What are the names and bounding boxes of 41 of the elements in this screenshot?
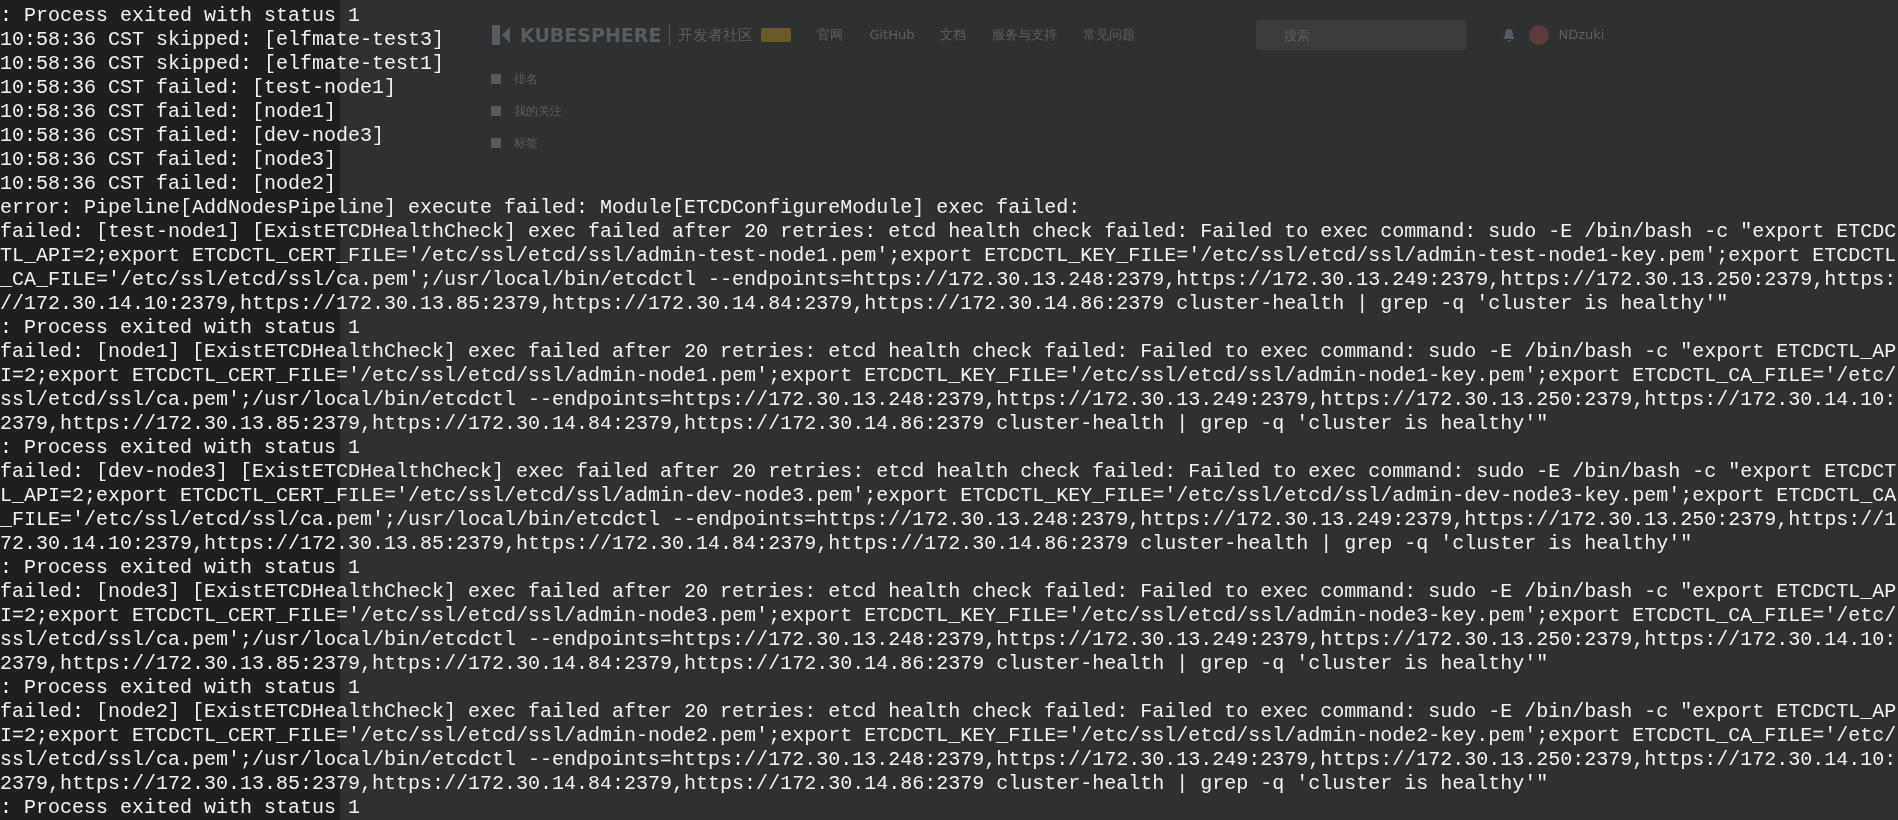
terminal-line: 2379,https://172.30.13.85:2379,https://172.30.14.84:2379,https://172.30.14.86:2379 cluster-health | grep -q 'cluster is healthy'" (0, 772, 1549, 796)
terminal-line: 10:58:36 CST failed: [node2] (0, 172, 337, 196)
square-icon (490, 137, 502, 149)
terminal-line: 10:58:36 CST failed: [test-node1] (0, 76, 397, 100)
logo-icon (490, 23, 512, 47)
terminal-line: : Process exited with status 1 (0, 796, 361, 820)
terminal-line: failed: [test-node1] [ExistETCDHealthCheck] exec failed after 20 retries: etcd health check failed: Failed to exec command: sudo -E /bin/bash -c "export ETCDC (0, 220, 1897, 244)
square-icon (490, 105, 502, 117)
terminal-line: I=2;export ETCDCTL_CERT_FILE='/etc/ssl/etcd/ssl/admin-node2.pem';export ETCDCTL_KEY_FILE='/etc/ssl/etcd/ssl/admin-node2-key.pem';export ETCDCTL_CA_FILE='/etc/ (0, 724, 1897, 748)
terminal-line: TL_API=2;export ETCDCTL_CERT_FILE='/etc/ssl/etcd/ssl/admin-test-node1.pem';export ETCDCTL_KEY_FILE='/etc/ssl/etcd/ssl/admin-test-node1-key.pem';export ETCDCTL (0, 244, 1897, 268)
terminal-line: 10:58:36 CST failed: [node1] (0, 100, 337, 124)
terminal-line: : Process exited with status 1 (0, 4, 361, 28)
terminal-line: 10:58:36 CST failed: [node3] (0, 148, 337, 172)
terminal-line: _CA_FILE='/etc/ssl/etcd/ssl/ca.pem';/usr/local/bin/etcdctl --endpoints=https://172.30.13.248:2379,https://172.30.13.249:2379,https://172.30.13.250:2379,https: (0, 268, 1897, 292)
terminal-line: _FILE='/etc/ssl/etcd/ssl/ca.pem';/usr/local/bin/etcdctl --endpoints=https://172.30.13.248:2379,https://172.30.13.249:2379,https://172.30.13.250:2379,https://1 (0, 508, 1897, 532)
terminal-line: : Process exited with status 1 (0, 316, 361, 340)
terminal-line: //172.30.14.10:2379,https://172.30.13.85:2379,https://172.30.14.84:2379,https://172.30.14.86:2379 cluster-health | grep -q 'cluster is healthy'" (0, 292, 1729, 316)
terminal-line: failed: [node2] [ExistETCDHealthCheck] exec failed after 20 retries: etcd health check failed: Failed to exec command: sudo -E /bin/bash -c "export ETCDCTL_AP (0, 700, 1897, 724)
terminal-line: failed: [dev-node3] [ExistETCDHealthCheck] exec failed after 20 retries: etcd health check failed: Failed to exec command: sudo -E /bin/bash -c "export ETCDCT (0, 460, 1897, 484)
terminal-line: failed: [node3] [ExistETCDHealthCheck] exec failed after 20 retries: etcd health check failed: Failed to exec command: sudo -E /bin/bash -c "export ETCDCTL_AP (0, 580, 1897, 604)
terminal-line: : Process exited with status 1 (0, 436, 361, 460)
terminal-line: ssl/etcd/ssl/ca.pem';/usr/local/bin/etcdctl --endpoints=https://172.30.13.248:2379,https://172.30.13.249:2379,https://172.30.13.250:2379,https://172.30.14.10: (0, 748, 1897, 772)
bell-icon[interactable] (1502, 27, 1517, 43)
terminal-line: I=2;export ETCDCTL_CERT_FILE='/etc/ssl/etcd/ssl/admin-node3.pem';export ETCDCTL_KEY_FILE='/etc/ssl/etcd/ssl/admin-node3-key.pem';export ETCDCTL_CA_FILE='/etc/ (0, 604, 1897, 628)
terminal-line: : Process exited with status 1 (0, 676, 361, 700)
tag-badge (761, 28, 792, 42)
terminal-line: ssl/etcd/ssl/ca.pem';/usr/local/bin/etcdctl --endpoints=https://172.30.13.248:2379,https://172.30.13.249:2379,https://172.30.13.250:2379,https://172.30.14.10: (0, 628, 1897, 652)
terminal-line: L_API=2;export ETCDCTL_CERT_FILE='/etc/ssl/etcd/ssl/admin-dev-node3.pem';export ETCDCTL_KEY_FILE='/etc/ssl/etcd/ssl/admin-dev-node3-key.pem';export ETCDCTL_CA (0, 484, 1897, 508)
terminal-line: 10:58:36 CST skipped: [elfmate-test3] (0, 28, 445, 52)
terminal-line: 2379,https://172.30.13.85:2379,https://172.30.14.84:2379,https://172.30.14.86:2379 cluster-health | grep -q 'cluster is healthy'" (0, 412, 1549, 436)
terminal-line: 72.30.14.10:2379,https://172.30.13.85:2379,https://172.30.14.84:2379,https://172.30.14.86:2379 cluster-health | grep -q 'cluster is healthy'" (0, 532, 1693, 556)
terminal-line: I=2;export ETCDCTL_CERT_FILE='/etc/ssl/etcd/ssl/admin-node1.pem';export ETCDCTL_KEY_FILE='/etc/ssl/etcd/ssl/admin-node1-key.pem';export ETCDCTL_CA_FILE='/etc/ (0, 364, 1897, 388)
terminal-line: 2379,https://172.30.13.85:2379,https://172.30.14.84:2379,https://172.30.14.86:2379 cluster-health | grep -q 'cluster is healthy'" (0, 652, 1549, 676)
terminal-line: 10:58:36 CST skipped: [elfmate-test1] (0, 52, 445, 76)
avatar-icon[interactable] (1528, 24, 1551, 46)
terminal-line: : Process exited with status 1 (0, 556, 361, 580)
terminal-line: failed: [node1] [ExistETCDHealthCheck] exec failed after 20 retries: etcd health check failed: Failed to exec command: sudo -E /bin/bash -c "export ETCDCTL_AP (0, 340, 1897, 364)
square-icon (490, 73, 502, 85)
terminal-line: 10:58:36 CST failed: [dev-node3] (0, 124, 385, 148)
terminal-line: error: Pipeline[AddNodesPipeline] execute failed: Module[ETCDConfigureModule] exec failed: (0, 196, 1081, 220)
terminal-line: ssl/etcd/ssl/ca.pem';/usr/local/bin/etcdctl --endpoints=https://172.30.13.248:2379,https://172.30.13.249:2379,https://172.30.13.250:2379,https://172.30.14.10: (0, 388, 1897, 412)
